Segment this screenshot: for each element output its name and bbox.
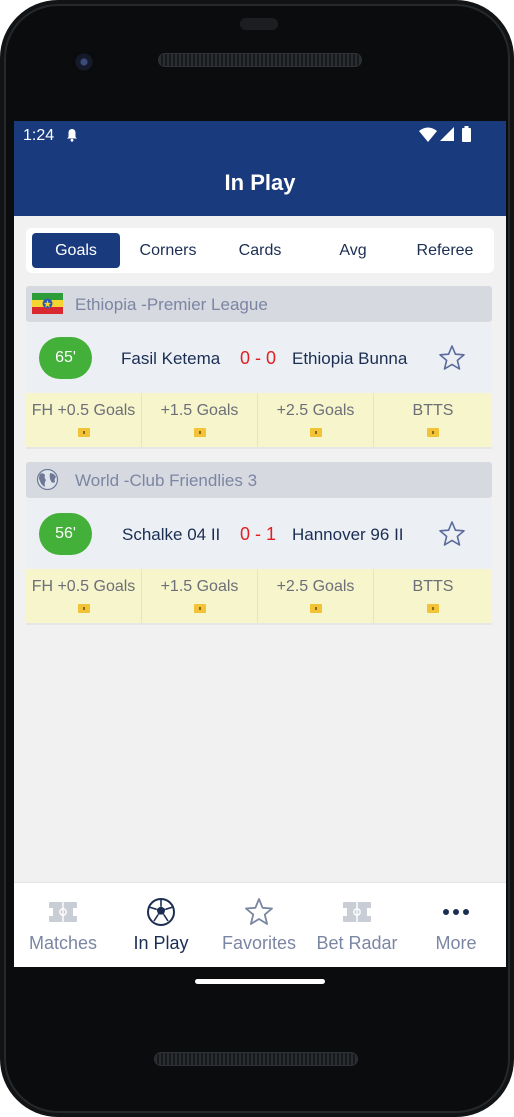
nav-in-play[interactable]: In Play [112, 883, 210, 967]
lock-icon [309, 428, 322, 437]
match-row[interactable]: 56' Schalke 04 II 0 - 1 Hannover 96 II [26, 499, 492, 569]
nav-bet-radar[interactable]: Bet Radar [308, 883, 406, 967]
league-header[interactable]: Ethiopia -Premier League [26, 286, 492, 322]
odds-label: FH +0.5 Goals [31, 578, 136, 595]
lock-icon [193, 604, 206, 613]
odds-cell[interactable]: BTTS [375, 569, 491, 623]
lock-icon [77, 428, 90, 437]
match-minute-badge: 56' [39, 513, 92, 555]
lock-icon [193, 428, 206, 437]
globe-icon [36, 469, 59, 490]
odds-label: BTTS [412, 578, 454, 595]
nav-more[interactable]: More [407, 883, 505, 967]
match-score: 0 - 0 [240, 348, 277, 368]
nav-label: Favorites [221, 933, 297, 953]
odds-label: +1.5 Goals [160, 402, 239, 419]
tab-goals[interactable]: Goals [32, 233, 120, 268]
nav-favorites[interactable]: Favorites [210, 883, 308, 967]
top-sensor [240, 18, 278, 30]
signal-icon [440, 127, 454, 141]
odds-cell[interactable]: BTTS [375, 393, 491, 447]
status-time: 1:24 [23, 127, 55, 144]
battery-icon [462, 126, 471, 142]
odds-cell[interactable]: +1.5 Goals [142, 569, 258, 623]
category-tabs: Goals Corners Cards Avg Referee [26, 228, 494, 273]
soccer-ball-icon [147, 898, 175, 926]
home-indicator[interactable] [195, 979, 325, 984]
nav-label: More [435, 933, 477, 953]
lock-icon [427, 428, 439, 437]
match-score: 0 - 1 [240, 524, 277, 544]
odds-cell[interactable]: FH +0.5 Goals [26, 569, 142, 623]
bottom-navigation: Matches In Play Favorites Bet Radar More [14, 882, 506, 967]
ethiopia-flag-icon [32, 293, 63, 314]
odds-label: +2.5 Goals [276, 402, 355, 419]
odds-row: FH +0.5 Goals +1.5 Goals +2.5 Goals BTTS [26, 393, 492, 449]
wifi-icon [419, 127, 437, 142]
app-screen: 1:24 In Play Goals Corners Cards Avg Ref… [14, 121, 506, 967]
favorite-star-icon[interactable] [438, 344, 466, 372]
odds-row: FH +0.5 Goals +1.5 Goals +2.5 Goals BTTS [26, 569, 492, 625]
nav-label: Bet Radar [316, 933, 398, 953]
away-team: Ethiopia Bunna [292, 349, 408, 368]
match-row[interactable]: 65' Fasil Ketema 0 - 0 Ethiopia Bunna [26, 323, 492, 393]
app-bar: In Play [14, 149, 506, 216]
lock-icon [77, 604, 90, 613]
star-icon [245, 898, 273, 925]
pitch-icon [49, 902, 77, 922]
league-header[interactable]: World -Club Friendlies 3 [26, 462, 492, 498]
bottom-speaker [154, 1052, 358, 1066]
notification-bell-icon [67, 129, 77, 142]
league-name: Ethiopia -Premier League [75, 295, 268, 314]
page-title: In Play [224, 170, 296, 195]
home-team: Fasil Ketema [121, 349, 221, 368]
tab-cards[interactable]: Cards [216, 233, 304, 268]
tab-avg[interactable]: Avg [309, 233, 397, 268]
nav-label: Matches [28, 933, 98, 953]
odds-cell[interactable]: +2.5 Goals [258, 393, 374, 447]
status-bar: 1:24 [14, 121, 506, 149]
more-dots-icon [443, 909, 469, 915]
tab-referee[interactable]: Referee [401, 233, 489, 268]
away-team: Hannover 96 II [292, 525, 404, 544]
phone-frame: 1:24 In Play Goals Corners Cards Avg Ref… [0, 0, 514, 1117]
lock-icon [427, 604, 439, 613]
odds-label: FH +0.5 Goals [31, 402, 136, 419]
earpiece-speaker [158, 53, 362, 67]
favorite-star-icon[interactable] [438, 520, 466, 548]
odds-label: +2.5 Goals [276, 578, 355, 595]
league-name: World -Club Friendlies 3 [75, 471, 258, 490]
nav-label: In Play [133, 933, 189, 953]
pitch-icon [343, 902, 371, 922]
odds-cell[interactable]: +2.5 Goals [258, 569, 374, 623]
nav-matches[interactable]: Matches [14, 883, 112, 967]
odds-cell[interactable]: +1.5 Goals [142, 393, 258, 447]
odds-cell[interactable]: FH +0.5 Goals [26, 393, 142, 447]
home-team: Schalke 04 II [122, 525, 221, 544]
lock-icon [309, 604, 322, 613]
odds-label: +1.5 Goals [160, 578, 239, 595]
front-camera [72, 50, 96, 74]
tab-corners[interactable]: Corners [124, 233, 212, 268]
match-minute-badge: 65' [39, 337, 92, 379]
odds-label: BTTS [412, 402, 454, 419]
